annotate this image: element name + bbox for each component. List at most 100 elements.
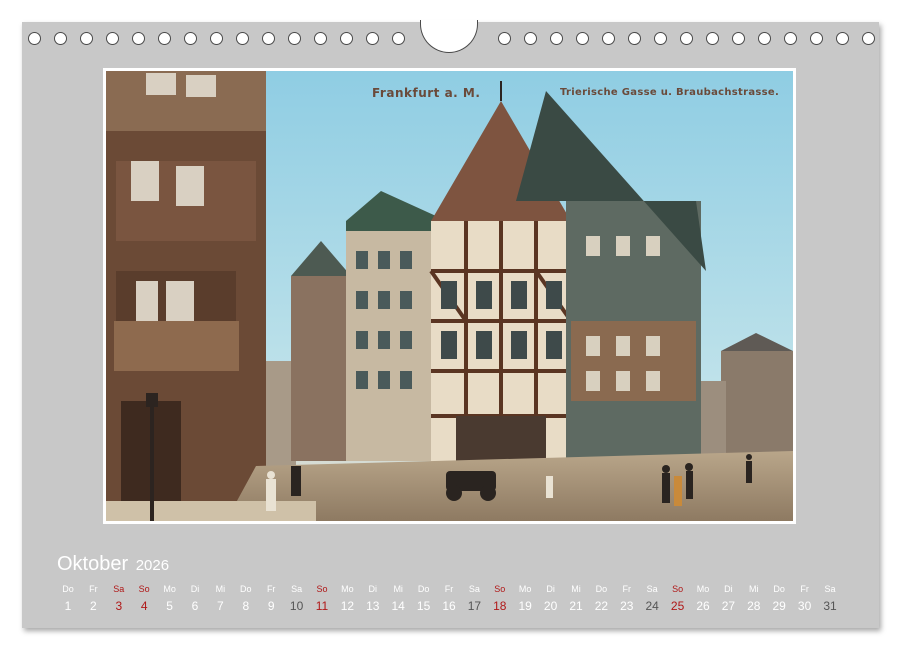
calendar-day: Mi 14 bbox=[385, 582, 411, 613]
day-number: 2 bbox=[90, 599, 97, 613]
day-name: Mi bbox=[749, 584, 759, 594]
calendar-day: Do 8 bbox=[233, 582, 259, 613]
calendar-day: Fr 2 bbox=[80, 582, 106, 613]
day-name: Sa bbox=[468, 584, 480, 594]
binding-hole bbox=[106, 32, 119, 45]
day-name: Fr bbox=[266, 584, 276, 594]
day-number: 22 bbox=[594, 599, 609, 613]
day-number: 9 bbox=[267, 599, 275, 613]
day-name: Mo bbox=[341, 584, 354, 594]
photo-caption-street: Trierische Gasse u. Braubachstrasse. bbox=[560, 87, 780, 98]
binding-hole bbox=[836, 32, 849, 45]
day-name: Sa bbox=[291, 584, 303, 594]
calendar-day: Mi 28 bbox=[741, 582, 767, 613]
calendar-day: Fr 16 bbox=[436, 582, 462, 613]
day-number: 8 bbox=[242, 599, 250, 613]
day-name: Mo bbox=[518, 584, 532, 594]
binding-hole bbox=[80, 32, 93, 45]
day-name: Di bbox=[368, 584, 378, 594]
day-number: 12 bbox=[340, 599, 355, 613]
calendar-day: Do 22 bbox=[588, 582, 614, 613]
day-name: Sa bbox=[646, 584, 658, 594]
day-name: Do bbox=[595, 584, 608, 594]
day-number: 21 bbox=[569, 599, 583, 613]
binding-hole bbox=[236, 32, 249, 45]
photo-frame: Frankfurt a. M. Trierische Gasse u. Brau… bbox=[103, 68, 796, 524]
calendar-day: Mo 19 bbox=[512, 582, 538, 613]
calendar-day: Mi 7 bbox=[207, 582, 233, 613]
binding-hole bbox=[758, 32, 771, 45]
calendar-day: Sa 17 bbox=[461, 582, 487, 613]
calendar-day: Sa 10 bbox=[284, 582, 310, 613]
binding-hole bbox=[340, 32, 353, 45]
calendar-day: So 25 bbox=[665, 582, 691, 613]
day-number: 25 bbox=[670, 599, 685, 613]
calendar-day: Fr 23 bbox=[614, 582, 640, 613]
frankfurt-street-illustration bbox=[106, 71, 793, 521]
day-number: 13 bbox=[366, 599, 380, 613]
calendar-day: Fr 9 bbox=[258, 582, 284, 613]
binding-hole bbox=[602, 32, 615, 45]
calendar-page: Frankfurt a. M. Trierische Gasse u. Brau… bbox=[22, 20, 879, 628]
calendar-day: Do 1 bbox=[55, 582, 81, 613]
day-name: Mo bbox=[696, 584, 710, 594]
binding-hole bbox=[550, 32, 563, 45]
day-number: 1 bbox=[64, 599, 72, 613]
binding-hole bbox=[862, 32, 875, 45]
binding-hole bbox=[628, 32, 641, 45]
day-name: Fr bbox=[800, 584, 809, 594]
binding-hole bbox=[680, 32, 693, 45]
hanger-cutout bbox=[420, 20, 478, 53]
binding-hole bbox=[288, 32, 301, 45]
day-name: Do bbox=[62, 584, 74, 594]
calendar-day: So 11 bbox=[309, 582, 335, 613]
day-number: 16 bbox=[442, 599, 456, 613]
day-name: Mi bbox=[393, 584, 403, 594]
photo-caption-city: Frankfurt a. M. bbox=[372, 86, 481, 100]
binding-hole bbox=[184, 32, 197, 45]
day-number: 18 bbox=[493, 599, 507, 613]
binding-hole bbox=[210, 32, 223, 45]
calendar-day: So 4 bbox=[131, 582, 157, 613]
day-number: 11 bbox=[315, 599, 329, 613]
day-name: Mi bbox=[571, 584, 581, 594]
day-number: 30 bbox=[797, 599, 812, 613]
day-name: Mo bbox=[163, 584, 176, 594]
day-name: Sa bbox=[824, 584, 836, 594]
day-name: Fr bbox=[444, 584, 454, 594]
historic-photo: Frankfurt a. M. Trierische Gasse u. Brau… bbox=[106, 71, 793, 521]
binding-hole bbox=[132, 32, 145, 45]
binding-hole bbox=[314, 32, 327, 45]
day-name: So bbox=[672, 584, 684, 594]
calendar-day: Fr 30 bbox=[792, 582, 818, 613]
calendar-day: Di 27 bbox=[715, 582, 741, 613]
day-number: 15 bbox=[416, 599, 431, 613]
binding-hole bbox=[54, 32, 67, 45]
calendar-day: Mo 5 bbox=[157, 582, 183, 613]
day-number: 14 bbox=[391, 599, 405, 613]
day-number: 28 bbox=[747, 599, 761, 613]
binding-hole bbox=[576, 32, 589, 45]
binding-hole bbox=[784, 32, 797, 45]
binding-hole bbox=[810, 32, 823, 45]
calendar-day: So 18 bbox=[487, 582, 513, 613]
calendar-day: Sa 24 bbox=[639, 582, 665, 613]
day-name: So bbox=[494, 584, 506, 594]
calendar-day: Mo 12 bbox=[334, 582, 360, 613]
day-number: 19 bbox=[518, 599, 532, 613]
day-name: Fr bbox=[622, 584, 632, 594]
day-name: Fr bbox=[89, 584, 98, 594]
day-strip: Do 1 Fr 2 Sa 3 So 4 Mo 5 Di 6 Mi 7 Do 8 Fr 9 Sa 10 So 11 Mo 12 D… bbox=[55, 582, 863, 622]
day-number: 10 bbox=[289, 599, 304, 613]
calendar-day: Sa 31 bbox=[817, 582, 843, 613]
day-name: Do bbox=[773, 584, 785, 594]
day-number: 17 bbox=[467, 599, 482, 613]
day-number: 5 bbox=[166, 599, 173, 613]
day-name: Di bbox=[546, 584, 555, 594]
binding-hole bbox=[158, 32, 171, 45]
year: 2026 bbox=[135, 557, 170, 574]
day-number: 24 bbox=[645, 599, 659, 613]
day-name: Mi bbox=[215, 584, 226, 594]
month-name: Oktober bbox=[57, 553, 129, 575]
day-number: 20 bbox=[543, 599, 558, 613]
